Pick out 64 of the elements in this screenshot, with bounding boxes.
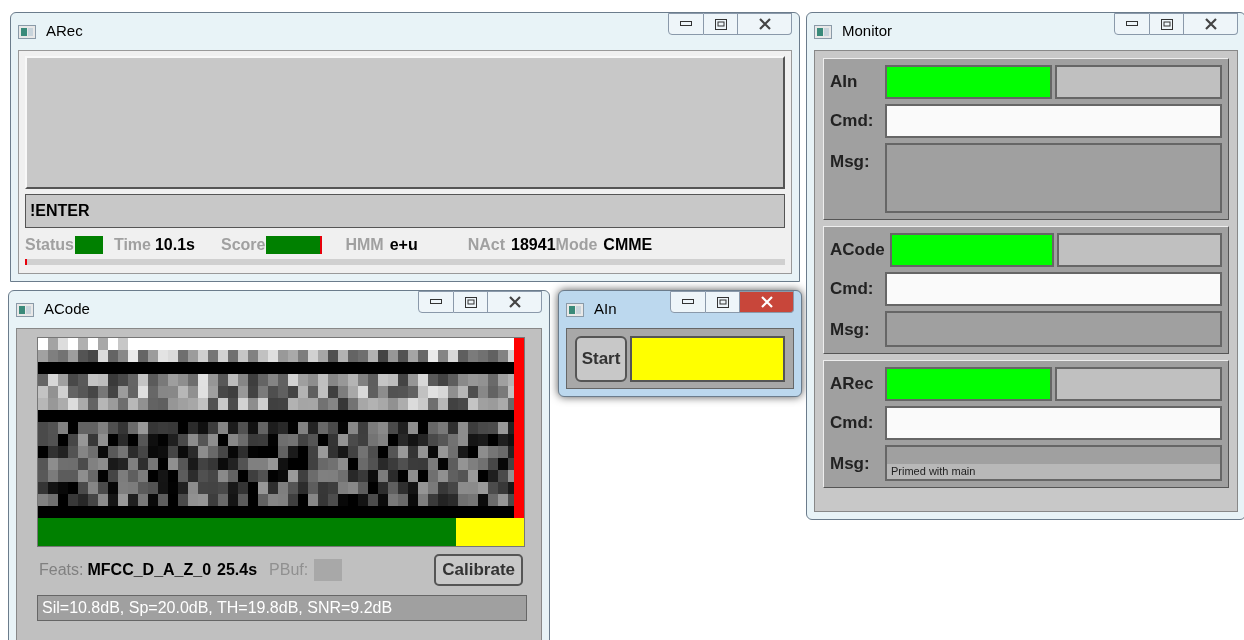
score-label: Score: [221, 235, 266, 255]
window-title: ARec: [46, 21, 83, 42]
close-button[interactable]: [1184, 13, 1238, 35]
close-button[interactable]: [488, 291, 542, 313]
msg-label: Msg:: [830, 151, 871, 173]
window-title: AIn: [594, 299, 617, 320]
close-button[interactable]: [740, 291, 794, 313]
cmd-field[interactable]: [885, 104, 1222, 138]
stats-readout: Sil=10.8dB, Sp=20.0dB, TH=19.8dB, SNR=9.2dB: [37, 595, 527, 621]
duration-value: 25.4s: [217, 560, 258, 580]
section-label: AIn: [830, 71, 859, 94]
restore-icon: [714, 18, 727, 30]
nact-label: NAct: [467, 235, 506, 255]
close-icon: [507, 296, 522, 308]
app-icon: [18, 24, 36, 39]
minimize-icon: [682, 299, 694, 305]
close-button[interactable]: [738, 13, 792, 35]
restore-button[interactable]: [454, 291, 488, 313]
msg-label: Msg:: [830, 319, 871, 341]
minimize-button[interactable]: [1114, 13, 1150, 35]
window-title: ACode: [44, 299, 90, 320]
start-button[interactable]: Start: [575, 335, 627, 382]
minimize-icon: [1126, 21, 1138, 27]
cmd-label: Cmd:: [830, 278, 875, 301]
mode-label: Mode: [555, 235, 598, 255]
minimize-icon: [680, 21, 692, 27]
pbuf-indicator: [314, 559, 343, 581]
restore-button[interactable]: [1150, 13, 1184, 35]
app-icon: [566, 302, 584, 317]
minimize-button[interactable]: [668, 13, 704, 35]
minimize-button[interactable]: [418, 291, 454, 313]
msg-text: Primed with main: [887, 464, 1220, 479]
nact-value: 18941: [511, 235, 556, 255]
cmd-field[interactable]: [885, 406, 1222, 440]
cmd-label: Cmd:: [830, 412, 875, 435]
score-meter: [266, 236, 323, 254]
restore-icon: [1160, 18, 1173, 30]
window-title: Monitor: [842, 21, 893, 42]
minimize-button[interactable]: [670, 291, 706, 313]
section-label: ARec: [830, 373, 875, 396]
minimize-icon: [430, 299, 442, 305]
feats-value: MFCC_D_A_Z_0: [87, 560, 212, 580]
calibrate-button[interactable]: Calibrate: [434, 554, 523, 586]
restore-button[interactable]: [704, 13, 738, 35]
msg-label: Msg:: [830, 453, 871, 475]
cmd-field[interactable]: [885, 272, 1222, 306]
hmm-value: e+u: [389, 235, 418, 255]
mode-value: CMME: [603, 235, 653, 255]
feats-label: Feats:: [39, 560, 84, 580]
restore-button[interactable]: [706, 291, 740, 313]
hmm-label: HMM: [345, 235, 384, 255]
close-icon: [757, 18, 772, 30]
app-icon: [814, 24, 832, 39]
close-icon: [759, 296, 774, 308]
app-icon: [16, 302, 34, 317]
time-label: Time: [113, 235, 151, 255]
section-label: ACode: [830, 239, 886, 262]
close-icon: [1203, 18, 1218, 30]
time-value: 10.1s: [154, 235, 195, 255]
cmd-label: Cmd:: [830, 110, 875, 133]
command-field[interactable]: !ENTER: [25, 194, 785, 228]
restore-icon: [464, 296, 477, 308]
status-label: Status: [25, 235, 74, 255]
restore-icon: [716, 296, 729, 308]
